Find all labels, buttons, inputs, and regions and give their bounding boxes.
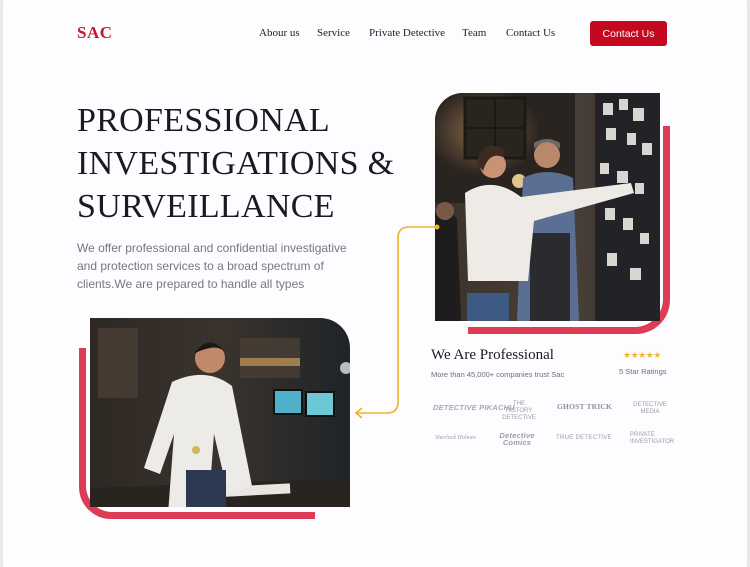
hero-title-line: SURVEILLANCE	[77, 188, 335, 225]
nav-private-detective[interactable]: Private Detective	[369, 27, 445, 39]
hero-description: We offer professional and confidential i…	[77, 241, 347, 291]
about-subtitle: More than 45,000+ companies trust Sac	[431, 370, 565, 379]
partner-logo: Sherlock Holmes	[435, 435, 476, 441]
detective-at-desk-photo	[90, 318, 350, 507]
contact-us-button[interactable]: Contact Us	[590, 21, 667, 46]
partner-logo: THE HISTORY DETECTIVE	[502, 401, 536, 421]
star-rating-icons: ★★★★★	[623, 350, 661, 360]
hero-title-line: PROFESSIONAL	[77, 102, 330, 139]
rating-label: 5 Star Ratings	[619, 367, 667, 376]
partner-logo: TRUE DETECTIVE	[556, 435, 612, 441]
nav-about[interactable]: Abour us	[259, 27, 300, 39]
about-title: We Are Professional	[431, 347, 554, 363]
nav-contact[interactable]: Contact Us	[506, 27, 555, 39]
partner-logo: GHOST TRICK	[557, 402, 613, 411]
nav-team[interactable]: Team	[462, 27, 486, 39]
partner-logo: DETECTIVE MEDIA	[633, 402, 667, 415]
partner-logo: PRIVATE INVESTIGATOR	[630, 432, 675, 445]
hero-title: PROFESSIONAL INVESTIGATIONS & SURVEILLAN…	[77, 99, 407, 228]
nav-service[interactable]: Service	[317, 27, 350, 39]
partner-logo: Detective Comics	[499, 431, 535, 447]
detectives-evidence-board-photo	[435, 93, 660, 321]
hero-title-line: INVESTIGATIONS &	[77, 145, 395, 182]
logo[interactable]: SAC	[77, 23, 113, 43]
